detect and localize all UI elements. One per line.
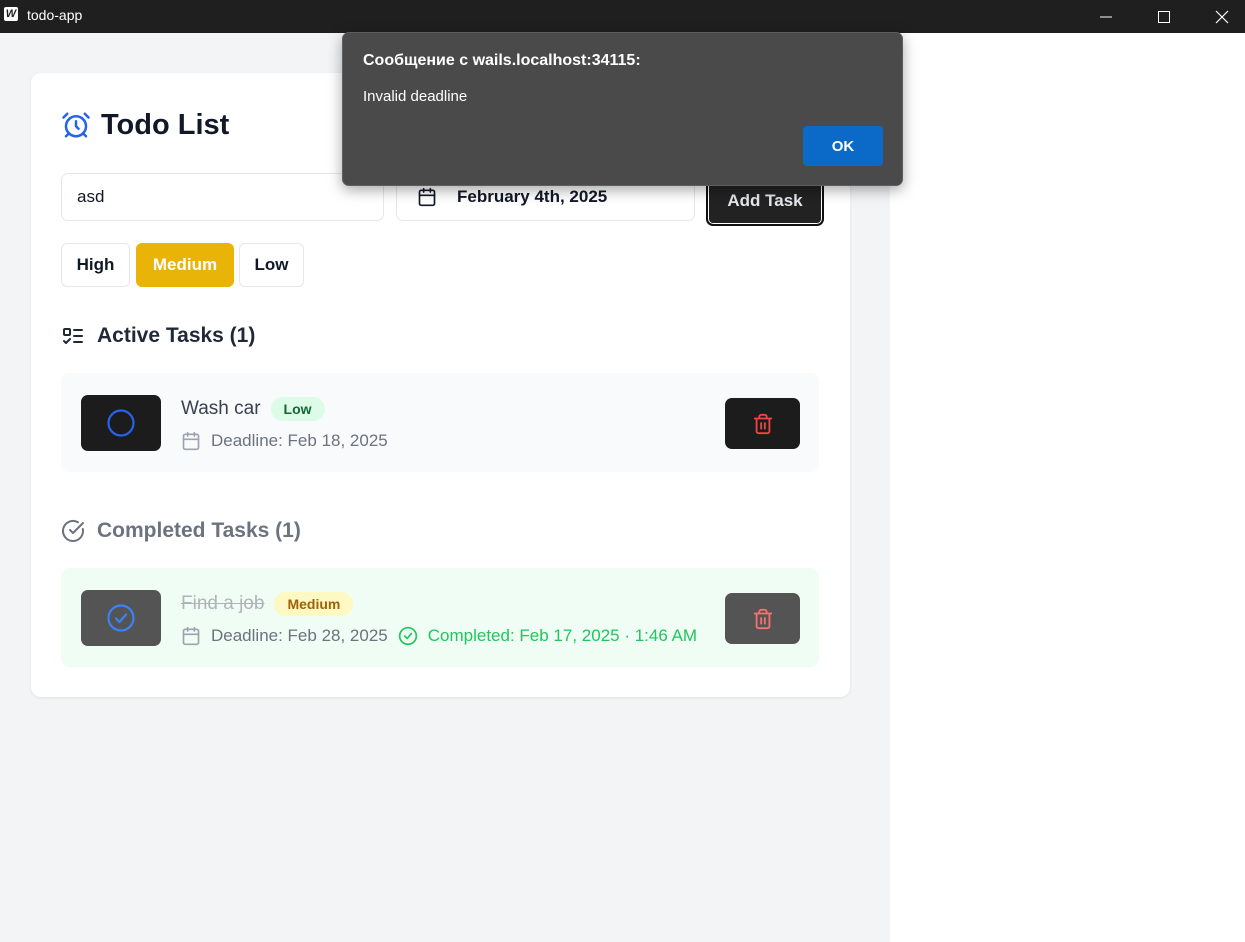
app-logo-icon: W bbox=[4, 7, 18, 21]
minimize-button[interactable] bbox=[1077, 0, 1135, 33]
circle-icon bbox=[107, 409, 135, 437]
task-title-line: Wash car Low bbox=[181, 395, 325, 423]
check-circle-icon bbox=[398, 626, 417, 646]
task-input[interactable] bbox=[61, 173, 384, 221]
calendar-icon bbox=[418, 187, 436, 207]
active-tasks-title: Active Tasks (1) bbox=[97, 324, 256, 347]
delete-task-button[interactable] bbox=[725, 593, 800, 644]
close-button[interactable] bbox=[1193, 0, 1245, 33]
list-todo-icon bbox=[63, 328, 83, 344]
mark-incomplete-button[interactable] bbox=[81, 590, 161, 646]
priority-low-button[interactable]: Low bbox=[239, 243, 304, 287]
check-circle-icon bbox=[62, 519, 84, 542]
check-circle-icon bbox=[107, 604, 135, 632]
task-row: Find a job Medium Deadline: Feb 28, 2025… bbox=[61, 568, 819, 667]
delete-task-button[interactable] bbox=[725, 398, 800, 449]
close-icon bbox=[1215, 10, 1229, 23]
completed-tasks-title: Completed Tasks (1) bbox=[97, 519, 301, 542]
window-titlebar: W todo-app bbox=[0, 0, 1245, 33]
trash-icon bbox=[753, 608, 772, 629]
page-header: Todo List bbox=[61, 106, 229, 144]
completed-tasks-heading: Completed Tasks (1) bbox=[61, 517, 301, 545]
task-meta: Deadline: Feb 28, 2025 Completed: Feb 17… bbox=[181, 624, 697, 648]
priority-badge: Medium bbox=[274, 592, 354, 616]
maximize-icon bbox=[1158, 10, 1170, 23]
ok-button[interactable]: OK bbox=[803, 126, 883, 166]
task-deadline: Deadline: Feb 28, 2025 bbox=[211, 626, 388, 645]
task-name: Find a job bbox=[181, 593, 265, 614]
dialog-message: Invalid deadline bbox=[363, 88, 468, 105]
task-name: Wash car bbox=[181, 398, 261, 419]
priority-high-button[interactable]: High bbox=[61, 243, 130, 287]
maximize-button[interactable] bbox=[1135, 0, 1193, 33]
priority-medium-button[interactable]: Medium bbox=[136, 243, 234, 287]
calendar-icon bbox=[182, 626, 200, 646]
alarm-clock-icon bbox=[62, 112, 90, 138]
window-title: todo-app bbox=[27, 7, 83, 23]
date-value: February 4th, 2025 bbox=[457, 187, 608, 206]
task-meta: Deadline: Feb 18, 2025 bbox=[181, 429, 388, 453]
task-completed-at: Completed: Feb 17, 2025 · 1:46 AM bbox=[427, 626, 698, 645]
calendar-icon bbox=[182, 431, 200, 451]
trash-icon bbox=[753, 413, 772, 434]
minimize-icon bbox=[1100, 16, 1112, 17]
dialog-title: Сообщение с wails.localhost:34115: bbox=[363, 52, 641, 69]
task-row: Wash car Low Deadline: Feb 18, 2025 bbox=[61, 373, 819, 472]
task-deadline: Deadline: Feb 18, 2025 bbox=[211, 431, 388, 450]
alert-dialog: Сообщение с wails.localhost:34115: Inval… bbox=[342, 32, 903, 186]
mark-complete-button[interactable] bbox=[81, 395, 161, 451]
active-tasks-heading: Active Tasks (1) bbox=[61, 322, 255, 350]
task-title-line: Find a job Medium bbox=[181, 590, 354, 618]
priority-badge: Low bbox=[270, 397, 325, 421]
page-title: Todo List bbox=[101, 108, 230, 141]
